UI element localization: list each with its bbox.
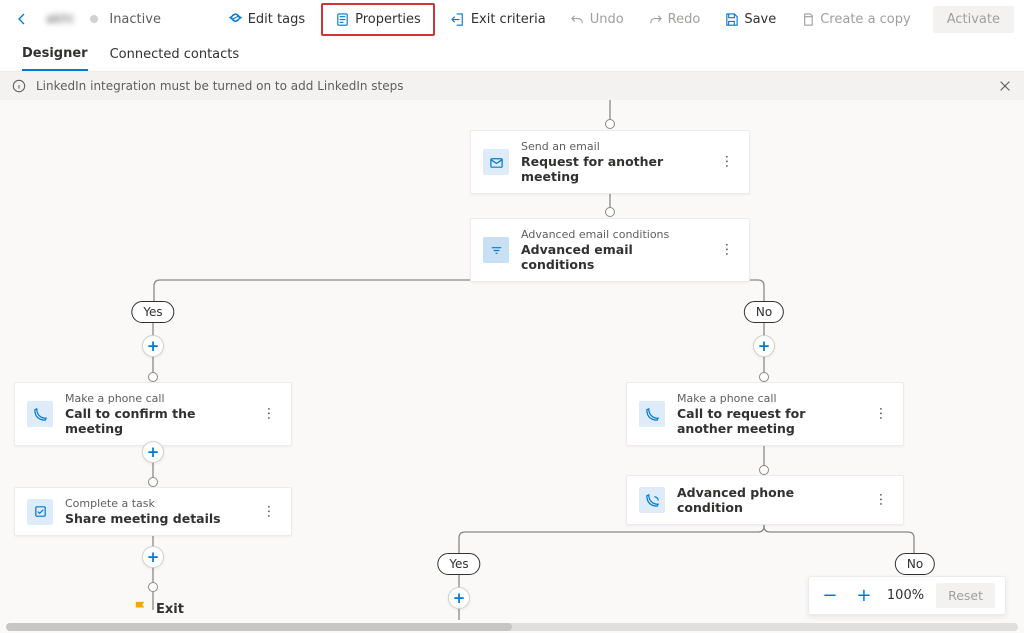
branch-no-pill: No — [895, 553, 935, 575]
tab-designer[interactable]: Designer — [22, 38, 88, 71]
flag-icon — [133, 600, 148, 619]
node-category: Make a phone call — [677, 392, 858, 405]
tag-icon — [228, 12, 243, 27]
task-icon — [27, 499, 53, 525]
add-step-button[interactable]: + — [448, 587, 470, 609]
node-send-email[interactable]: Send an email Request for another meetin… — [470, 130, 750, 194]
undo-label: Undo — [590, 12, 624, 27]
properties-label: Properties — [355, 12, 421, 27]
connector-node — [148, 477, 158, 487]
add-step-button[interactable]: + — [753, 335, 775, 357]
zoom-panel: − + 100% Reset — [808, 576, 1006, 615]
node-menu-button[interactable]: ⋯ — [873, 404, 889, 425]
create-copy-button[interactable]: Create a copy — [792, 7, 918, 32]
connector-node — [148, 582, 158, 592]
zoom-out-button[interactable]: − — [819, 585, 841, 607]
node-menu-button[interactable]: ⋯ — [261, 501, 277, 522]
node-category: Complete a task — [65, 497, 246, 510]
save-button[interactable]: Save — [716, 7, 784, 32]
banner-message: LinkedIn integration must be turned on t… — [36, 79, 404, 93]
node-category: Advanced email conditions — [521, 228, 704, 241]
filter-icon — [483, 237, 509, 263]
node-category: Send an email — [521, 140, 704, 153]
save-label: Save — [744, 12, 776, 27]
connector-node — [148, 372, 158, 382]
node-complete-task[interactable]: Complete a task Share meeting details ⋯ — [14, 487, 292, 536]
connector-node — [759, 372, 769, 382]
node-call-confirm[interactable]: Make a phone call Call to confirm the me… — [14, 382, 292, 446]
branch-yes-pill: Yes — [437, 553, 480, 575]
node-menu-button[interactable]: ⋯ — [719, 152, 735, 173]
node-advanced-email-conditions[interactable]: Advanced email conditions Advanced email… — [470, 218, 750, 282]
status-label: Inactive — [109, 12, 161, 27]
exit-criteria-button[interactable]: Exit criteria — [443, 7, 554, 32]
phone-icon — [27, 401, 53, 427]
redo-icon — [648, 12, 663, 27]
undo-button[interactable]: Undo — [562, 7, 632, 32]
node-menu-button[interactable]: ⋯ — [873, 490, 889, 511]
add-step-button[interactable]: + — [142, 546, 164, 568]
redo-button[interactable]: Redo — [640, 7, 709, 32]
tab-connected-contacts[interactable]: Connected contacts — [110, 38, 240, 71]
undo-icon — [570, 12, 585, 27]
connector-node — [759, 465, 769, 475]
node-title: Advanced phone condition — [677, 485, 858, 515]
node-title: Call to request for another meeting — [677, 406, 858, 436]
node-title: Share meeting details — [65, 511, 246, 526]
arrow-left-icon — [14, 11, 30, 27]
exit-criteria-label: Exit criteria — [471, 12, 546, 27]
designer-canvas[interactable]: Send an email Request for another meetin… — [0, 100, 1024, 633]
create-copy-label: Create a copy — [820, 12, 910, 27]
node-category: Make a phone call — [65, 392, 246, 405]
add-step-button[interactable]: + — [142, 335, 164, 357]
horizontal-scrollbar[interactable] — [6, 623, 1018, 631]
info-banner: LinkedIn integration must be turned on t… — [0, 72, 1024, 100]
zoom-reset-button[interactable]: Reset — [936, 583, 995, 608]
phone-condition-icon — [639, 487, 665, 513]
exit-step[interactable]: Exit — [133, 600, 184, 619]
info-icon — [12, 79, 26, 93]
node-advanced-phone-condition[interactable]: Advanced phone condition ⋯ — [626, 475, 904, 525]
save-icon — [724, 12, 739, 27]
close-icon — [998, 79, 1012, 93]
properties-icon — [335, 12, 350, 27]
zoom-value: 100% — [887, 588, 924, 603]
connector-node — [605, 119, 615, 129]
copy-icon — [800, 12, 815, 27]
branch-yes-pill: Yes — [131, 301, 174, 323]
node-menu-button[interactable]: ⋯ — [261, 404, 277, 425]
header-bar: akhi Inactive Edit tags Properties Exit … — [0, 0, 1024, 38]
node-title: Request for another meeting — [521, 154, 704, 184]
connector-node — [605, 207, 615, 217]
properties-highlight: Properties — [321, 3, 435, 36]
tabs-bar: Designer Connected contacts — [0, 38, 1024, 72]
node-title: Call to confirm the meeting — [65, 406, 246, 436]
sequence-name: akhi — [42, 12, 77, 27]
activate-button[interactable]: Activate — [933, 6, 1014, 33]
zoom-in-button[interactable]: + — [853, 585, 875, 607]
exit-label: Exit — [156, 602, 184, 617]
add-step-button[interactable]: + — [142, 441, 164, 463]
node-title: Advanced email conditions — [521, 242, 704, 272]
banner-close-button[interactable] — [998, 79, 1012, 93]
exit-icon — [451, 12, 466, 27]
edit-tags-label: Edit tags — [248, 12, 305, 27]
back-button[interactable] — [10, 7, 34, 31]
node-menu-button[interactable]: ⋯ — [719, 240, 735, 261]
branch-no-pill: No — [744, 301, 784, 323]
properties-button[interactable]: Properties — [327, 7, 429, 32]
status-dot-icon — [90, 15, 98, 23]
scrollbar-thumb[interactable] — [6, 623, 512, 631]
phone-icon — [639, 401, 665, 427]
redo-label: Redo — [668, 12, 701, 27]
node-call-request[interactable]: Make a phone call Call to request for an… — [626, 382, 904, 446]
edit-tags-button[interactable]: Edit tags — [220, 7, 313, 32]
mail-icon — [483, 149, 509, 175]
